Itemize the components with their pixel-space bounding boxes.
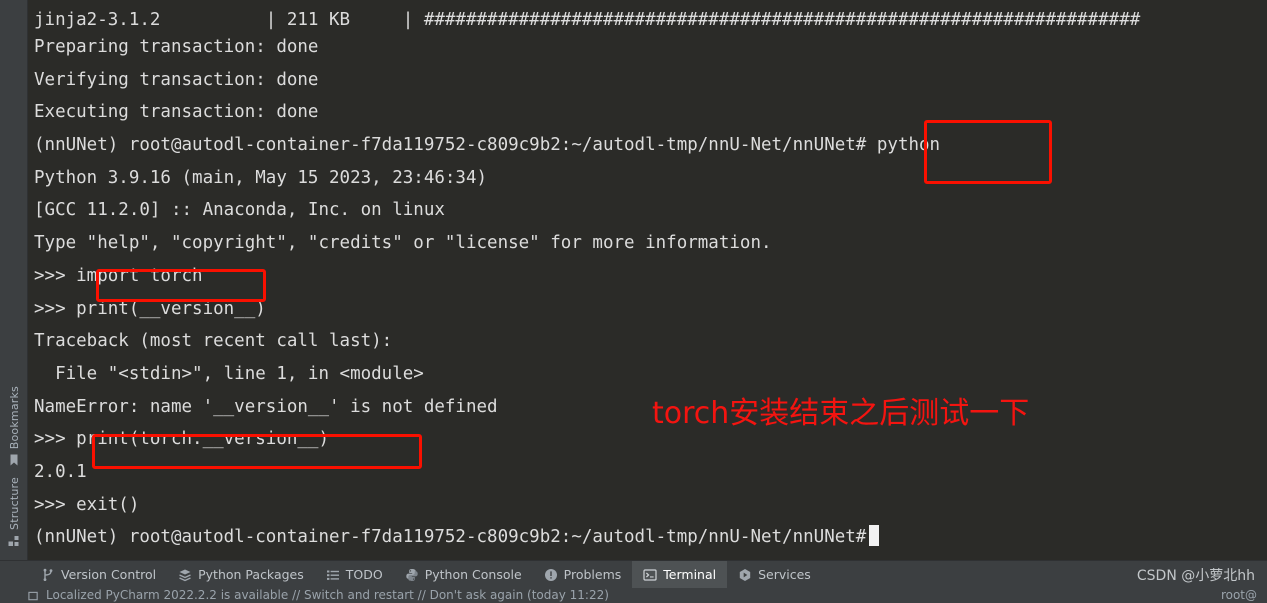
tool-window-problems-label: Problems (563, 567, 622, 582)
block-cursor (869, 525, 880, 547)
terminal-prompt-line: (nnUNet) root@autodl-container-f7da11975… (34, 521, 1267, 554)
tool-window-python-console-label: Python Console (424, 567, 522, 582)
terminal-line: >>> print(__version__) (34, 298, 266, 319)
tool-window-services[interactable]: Services (727, 561, 822, 588)
terminal-line: Traceback (most recent call last): (34, 331, 393, 352)
terminal-line: (nnUNet) root@autodl-container-f7da11975… (34, 135, 941, 156)
tool-window-python-console[interactable]: Python Console (394, 561, 533, 588)
terminal-line: 2.0.1 (34, 461, 87, 482)
terminal-line: jinja2-3.1.2 | 211 KB | ################… (34, 10, 1141, 30)
tool-window-version-control[interactable]: Version Control (30, 561, 167, 588)
branch-icon (41, 568, 55, 582)
terminal-prompt-text: (nnUNet) root@autodl-container-f7da11975… (34, 527, 867, 548)
left-tool-rail: Bookmarks Structure (0, 0, 28, 560)
services-icon (738, 568, 752, 582)
annotation-note: torch安装结束之后测试一下 (652, 396, 1030, 431)
terminal-output-pane[interactable]: jinja2-3.1.2 | 211 KB | ################… (28, 0, 1267, 560)
terminal-line: Type "help", "copyright", "credits" or "… (34, 233, 772, 254)
terminal-line: >>> exit() (34, 494, 140, 515)
status-bar-right-text: root@ (1220, 588, 1257, 602)
tool-window-terminal-label: Terminal (663, 567, 717, 582)
tool-window-problems[interactable]: Problems (533, 561, 633, 588)
list-icon (326, 568, 340, 582)
terminal-line: [GCC 11.2.0] :: Anaconda, Inc. on linux (34, 200, 445, 221)
terminal-line: Verifying transaction: done (34, 69, 319, 90)
sidebar-item-bookmarks-label: Bookmarks (7, 385, 21, 450)
bookmark-icon (7, 453, 21, 467)
terminal-lines: jinja2-3.1.2 | 211 KB | ################… (28, 0, 1267, 554)
status-bar-message: Localized PyCharm 2022.2.2 is available … (46, 588, 609, 602)
terminal-line: Executing transaction: done (34, 102, 319, 123)
sidebar-item-bookmarks[interactable]: Bookmarks (7, 382, 21, 473)
tool-window-todo[interactable]: TODO (315, 561, 394, 588)
csdn-watermark: CSDN @小萝北hh (1136, 567, 1255, 584)
terminal-icon (643, 568, 657, 582)
sidebar-item-structure[interactable]: Structure (7, 473, 21, 554)
structure-icon (7, 534, 21, 548)
terminal-line: >>> print(torch.__version__) (34, 429, 330, 450)
terminal-line: Preparing transaction: done (34, 37, 319, 57)
tool-window-version-control-label: Version Control (61, 567, 157, 582)
sidebar-item-structure-label: Structure (7, 477, 21, 530)
tool-window-bar: Version Control Python Packages TODO Pyt… (0, 560, 1267, 588)
tool-window-python-packages[interactable]: Python Packages (167, 561, 315, 588)
warning-icon (544, 568, 558, 582)
tool-window-terminal[interactable]: Terminal (632, 561, 728, 588)
python-icon (405, 568, 419, 582)
terminal-line: NameError: name '__version__' is not def… (34, 396, 498, 417)
terminal-line: >>> import torch (34, 265, 203, 286)
tool-window-services-label: Services (758, 567, 811, 582)
tool-window-python-packages-label: Python Packages (198, 567, 304, 582)
pycharm-window: Bookmarks Structure jinja2-3.1.2 | 211 K… (0, 0, 1267, 603)
packages-icon (178, 568, 192, 582)
status-bar: Localized PyCharm 2022.2.2 is available … (0, 588, 1267, 603)
terminal-line: File "<stdin>", line 1, in <module> (34, 363, 424, 384)
left-tool-rail-buttons: Bookmarks Structure (0, 382, 28, 554)
editor-area: Bookmarks Structure jinja2-3.1.2 | 211 K… (0, 0, 1267, 560)
status-bar-right: root@ (1221, 588, 1257, 603)
notification-icon[interactable] (28, 589, 39, 602)
tool-window-todo-label: TODO (345, 567, 383, 582)
terminal-line: Python 3.9.16 (main, May 15 2023, 23:46:… (34, 167, 488, 188)
